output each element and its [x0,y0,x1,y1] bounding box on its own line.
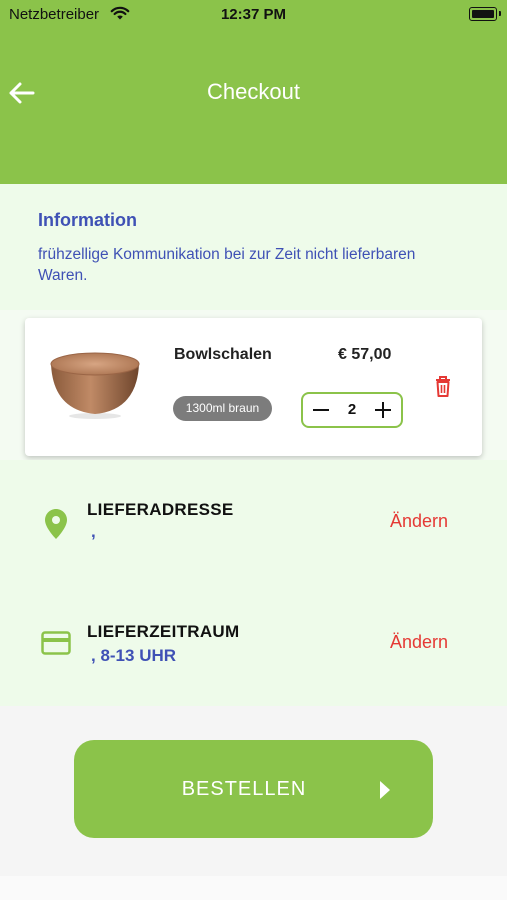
location-pin-icon [45,509,67,539]
cart-item-card: Bowlschalen € 57,00 1300ml braun 2 [25,318,482,456]
product-image [50,352,140,419]
status-bar: Netzbetreiber 12:37 PM [0,0,507,30]
order-button[interactable]: BESTELLEN [74,740,433,838]
timeslot-title: LIEFERZEITRAUM [87,622,240,641]
delivery-details: LIEFERADRESSE , Ändern LIEFERZEITRAUM , … [0,460,507,706]
credit-card-icon [41,631,71,655]
order-button-label: BESTELLEN [181,778,307,800]
clock: 12:37 PM [220,6,287,23]
play-arrow-icon [380,781,390,799]
edit-address-link[interactable]: Ändern [390,511,448,532]
battery-tip [499,11,501,16]
variant-badge: 1300ml braun [173,396,272,421]
edit-timeslot-link[interactable]: Ändern [390,632,448,653]
address-title: LIEFERADRESSE [87,500,234,519]
app-bar: Checkout [0,30,507,184]
product-price: € 57,00 [338,346,392,363]
product-name: Bowlschalen [174,346,272,363]
bottom-strip [0,876,507,900]
timeslot-value: , 8-13 UHR [91,646,177,665]
battery-icon [469,7,497,21]
address-value: , [91,522,96,541]
info-text: frühzellige Kommunikation bei zur Zeit n… [38,246,416,284]
trash-icon[interactable] [433,374,453,398]
page-title: Checkout [207,79,300,104]
info-title: Information [38,210,137,230]
plus-icon[interactable] [375,402,391,418]
quantity-stepper: 2 [301,392,403,428]
info-section: Information frühzellige Kommunikation be… [0,184,507,310]
